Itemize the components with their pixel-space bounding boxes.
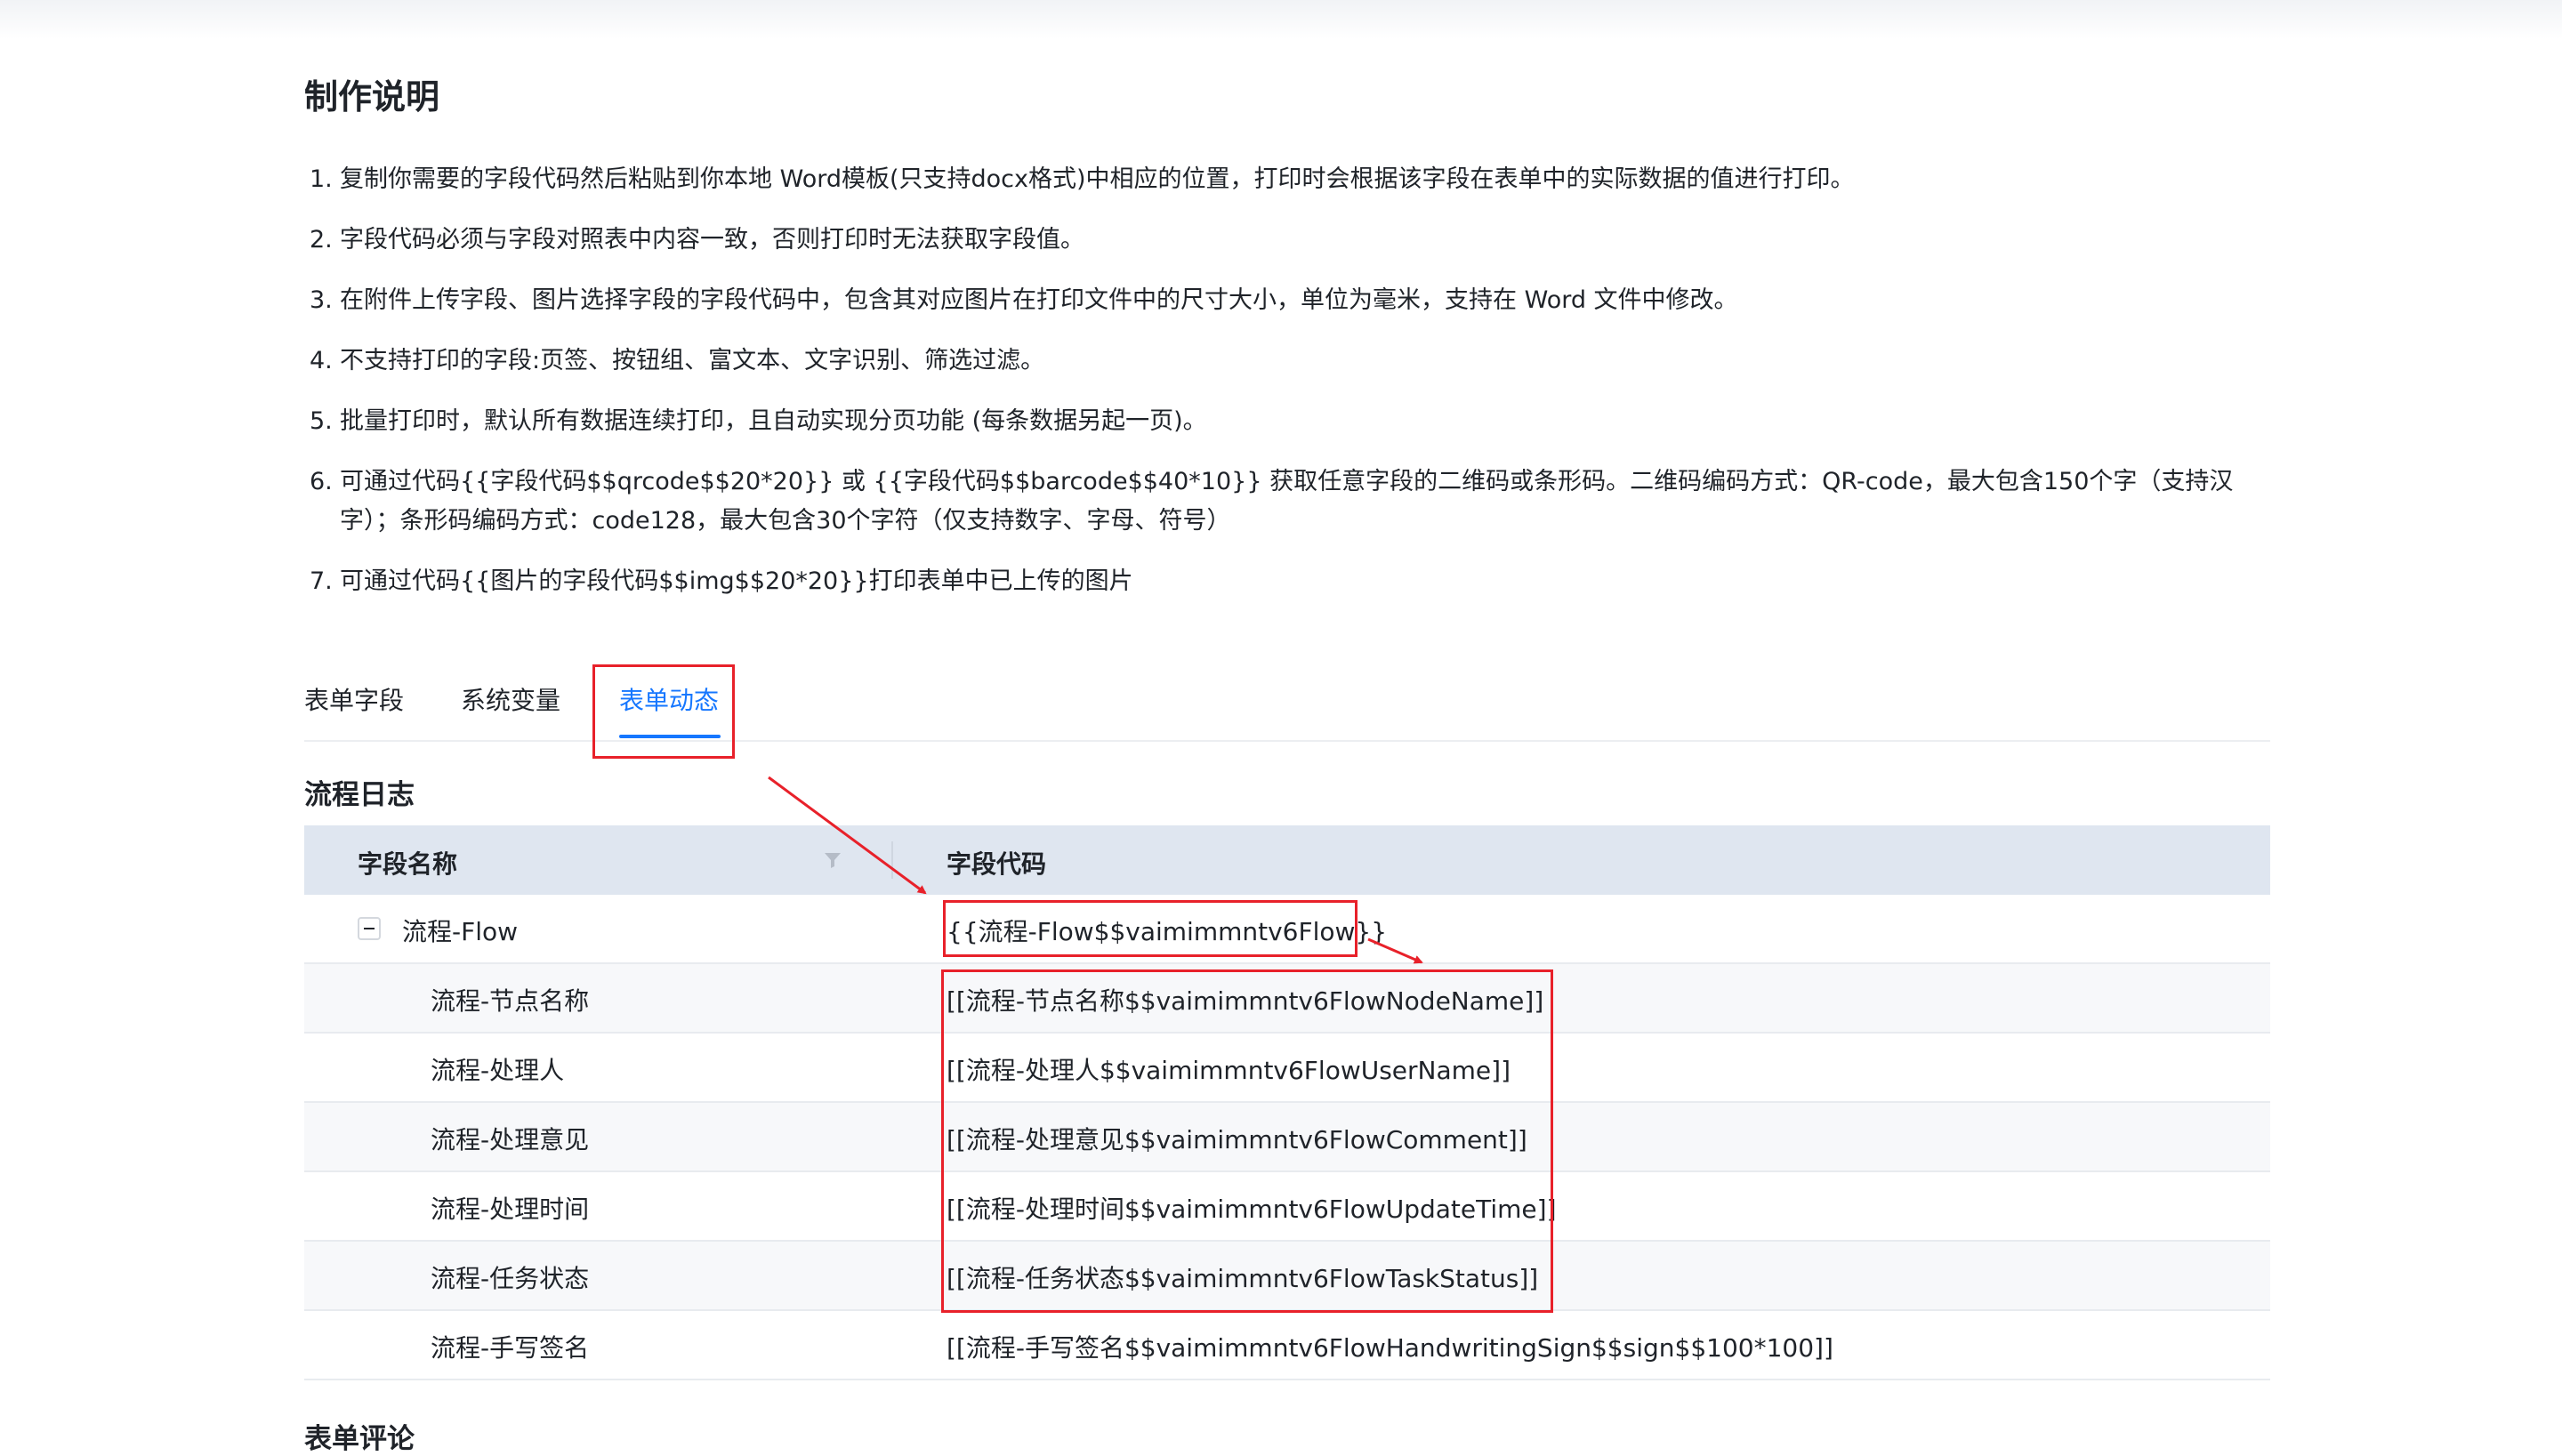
section-title-flow-log: 流程日志 [304, 779, 415, 811]
row-field-name: 流程-处理时间 [431, 1195, 590, 1224]
instruction-item: 6. 可通过代码{{字段代码$$qrcode$$20*20}} 或 {{字段代码$… [310, 468, 2234, 535]
top-bar-shadow [0, 0, 2562, 39]
table-header: 字段名称 字段代码 [304, 825, 2270, 895]
tab-system-variables[interactable]: 系统变量 [461, 681, 560, 717]
annotation-box-tab [592, 664, 735, 759]
row-field-name: 流程-节点名称 [431, 986, 590, 1016]
instruction-item: 7. 可通过代码{{图片的字段代码$$img$$20*20}}打印表单中已上传的图… [310, 567, 1133, 595]
filter-icon[interactable] [822, 849, 843, 871]
header-field-name: 字段名称 [358, 849, 458, 879]
table-row: 流程-手写签名 [[流程-手写签名$$vaimimmntv6FlowHandwr… [304, 1311, 2270, 1380]
row-field-name: 流程-任务状态 [431, 1264, 590, 1293]
instruction-item: 4. 不支持打印的字段:页签、按钮组、富文本、文字识别、筛选过滤。 [310, 347, 1045, 374]
section-title-form-comments: 表单评论 [304, 1423, 415, 1455]
annotation-box-subfield-codes [941, 969, 1553, 1313]
instructions-list: 1. 复制你需要的字段代码然后粘贴到你本地 Word模板(只支持docx格式)中相… [304, 160, 2270, 623]
annotation-box-flow-code [943, 900, 1358, 957]
row-field-code[interactable]: [[流程-手写签名$$vaimimmntv6FlowHandwritingSig… [947, 1329, 1833, 1364]
tab-form-fields[interactable]: 表单字段 [304, 681, 404, 717]
page-title: 制作说明 [304, 77, 440, 117]
row-field-name: 流程-Flow [402, 917, 519, 946]
instruction-item: 2. 字段代码必须与字段对照表中内容一致，否则打印时无法获取字段值。 [310, 226, 1084, 253]
row-field-name: 流程-手写签名 [431, 1333, 590, 1363]
instruction-item: 5. 批量打印时，默认所有数据连续打印，且自动实现分页功能 (每条数据另起一页)。 [310, 407, 1207, 435]
row-field-name: 流程-处理人 [431, 1056, 565, 1085]
column-divider[interactable] [891, 841, 893, 879]
instruction-item: 3. 在附件上传字段、图片选择字段的字段代码中，包含其对应图片在打印文件中的尺寸大… [310, 286, 1738, 314]
header-field-code: 字段代码 [947, 849, 1047, 879]
row-field-name: 流程-处理意见 [431, 1125, 590, 1154]
instruction-item: 1. 复制你需要的字段代码然后粘贴到你本地 Word模板(只支持docx格式)中相… [310, 165, 1855, 193]
collapse-icon[interactable] [358, 917, 381, 940]
